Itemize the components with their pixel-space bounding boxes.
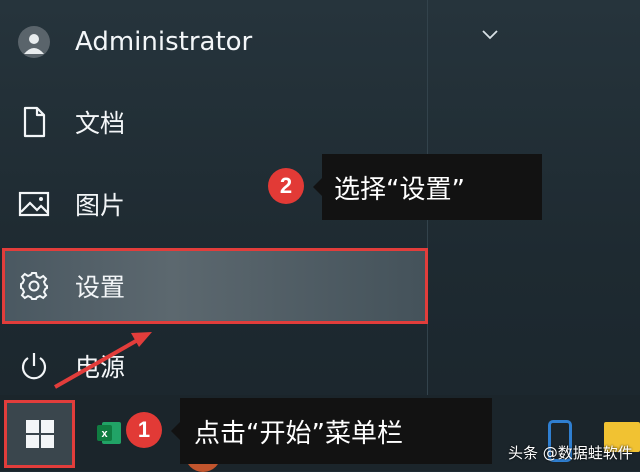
step-2-text: 选择“设置”: [334, 174, 465, 205]
step-1-text: 点击“开始”菜单栏: [194, 418, 403, 449]
watermark: 头条 @数据蛙软件: [508, 444, 633, 462]
step-2-callout: 选择“设置”: [313, 154, 542, 220]
step-1-callout: 点击“开始”菜单栏: [171, 398, 492, 464]
step-2-badge: 2: [268, 168, 304, 204]
step-1-badge: 1: [126, 412, 162, 448]
